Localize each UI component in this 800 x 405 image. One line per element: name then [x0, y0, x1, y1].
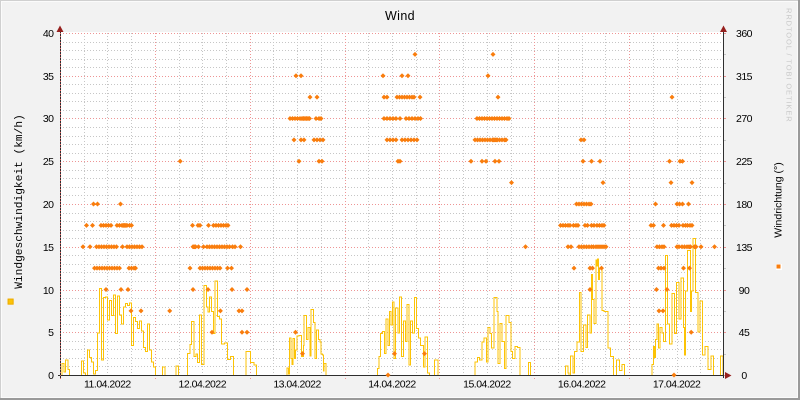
- svg-text:13.04.2022: 13.04.2022: [273, 379, 321, 391]
- svg-text:360: 360: [736, 28, 753, 40]
- svg-text:0: 0: [48, 370, 54, 382]
- svg-text:40: 40: [43, 28, 54, 40]
- svg-text:30: 30: [43, 113, 54, 125]
- svg-text:RRDTOOL / TOBI OETIKER: RRDTOOL / TOBI OETIKER: [785, 8, 794, 123]
- svg-text:5: 5: [48, 327, 54, 339]
- svg-text:Windrichtung (°): Windrichtung (°): [773, 162, 785, 237]
- svg-text:12.04.2022: 12.04.2022: [179, 379, 227, 391]
- svg-text:0: 0: [741, 370, 747, 382]
- svg-text:16.04.2022: 16.04.2022: [558, 379, 606, 391]
- svg-text:17.04.2022: 17.04.2022: [653, 379, 701, 391]
- svg-text:20: 20: [43, 199, 54, 211]
- svg-text:10: 10: [43, 285, 54, 297]
- svg-text:25: 25: [43, 156, 54, 168]
- svg-text:45: 45: [739, 327, 750, 339]
- svg-text:180: 180: [736, 199, 753, 211]
- svg-text:225: 225: [736, 156, 753, 168]
- svg-text:14.04.2022: 14.04.2022: [368, 379, 416, 391]
- svg-text:35: 35: [43, 71, 54, 83]
- svg-text:Wind: Wind: [385, 9, 415, 23]
- svg-text:11.04.2022: 11.04.2022: [84, 379, 131, 391]
- svg-text:15.04.2022: 15.04.2022: [463, 379, 511, 391]
- svg-text:Windgeschwindigkeit (km/h): Windgeschwindigkeit (km/h): [14, 114, 26, 289]
- svg-text:135: 135: [736, 242, 753, 254]
- svg-text:315: 315: [736, 71, 753, 83]
- svg-text:270: 270: [736, 113, 753, 125]
- svg-text:15: 15: [43, 242, 54, 254]
- svg-text:90: 90: [739, 285, 750, 297]
